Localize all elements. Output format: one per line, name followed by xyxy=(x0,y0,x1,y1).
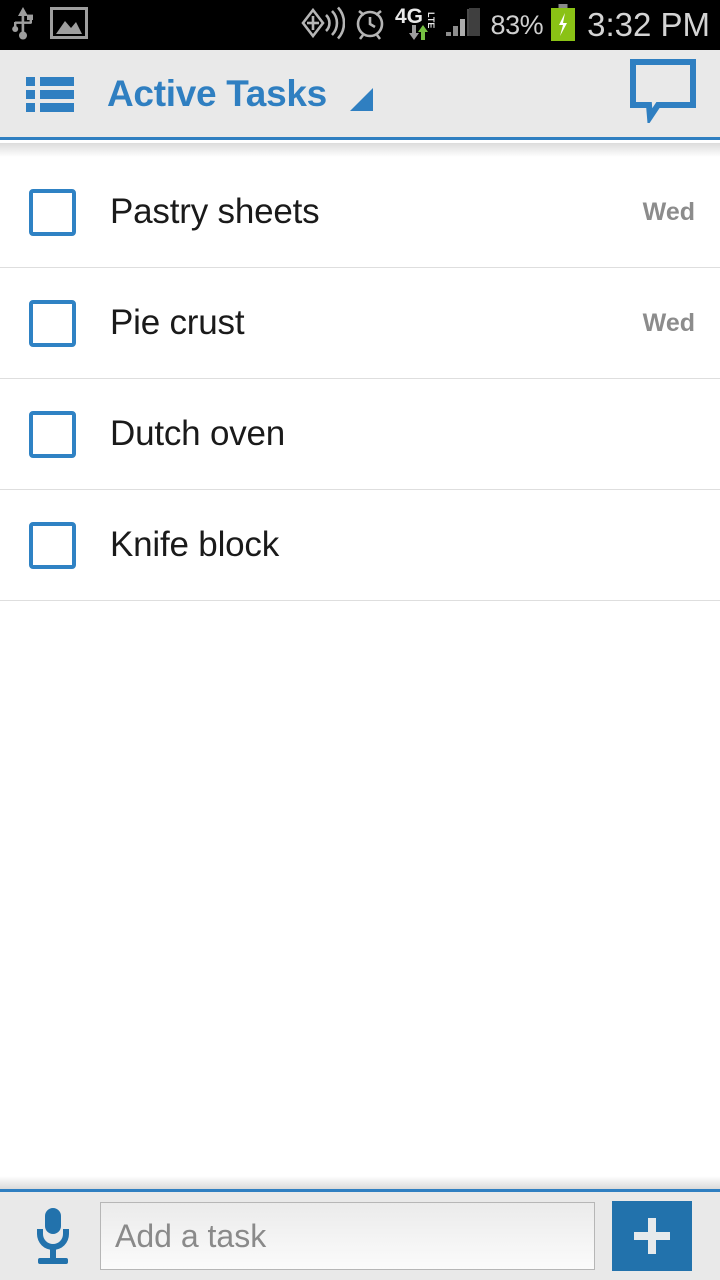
task-due-date: Wed xyxy=(642,197,695,226)
svg-text:4G: 4G xyxy=(395,5,423,28)
bottom-bar: Add a task xyxy=(0,1189,720,1280)
bottom-bar-shadow xyxy=(0,1176,720,1189)
microphone-icon[interactable] xyxy=(28,1207,78,1265)
task-due-date: Wed xyxy=(642,308,695,337)
signal-bars-icon xyxy=(444,6,484,45)
task-checkbox[interactable] xyxy=(29,410,76,458)
status-bar: 4G LTE 83% 3:32 PM xyxy=(0,0,720,50)
action-bar-shadow xyxy=(0,143,720,157)
task-title: Pie crust xyxy=(110,303,245,342)
page-title[interactable]: Active Tasks xyxy=(107,73,327,115)
task-title: Dutch oven xyxy=(110,414,286,453)
search-input[interactable]: Add a task xyxy=(100,1202,595,1270)
gps-location-icon xyxy=(299,6,345,45)
svg-text:LTE: LTE xyxy=(426,12,436,28)
task-checkbox[interactable] xyxy=(29,299,76,347)
task-title: Pastry sheets xyxy=(110,192,320,231)
list-menu-icon[interactable] xyxy=(26,74,74,114)
task-checkbox[interactable] xyxy=(29,521,76,569)
screenshot-image-icon xyxy=(50,6,88,44)
speech-bubble-icon[interactable] xyxy=(630,59,696,128)
network-4g-lte-icon: 4G LTE xyxy=(395,4,437,47)
task-title: Knife block xyxy=(110,525,280,564)
table-row[interactable]: Dutch oven xyxy=(0,379,720,490)
status-bar-clock: 3:32 PM xyxy=(587,6,710,43)
status-bar-left-icons xyxy=(0,6,88,45)
task-list: Pastry sheets Wed Pie crust Wed Dutch ov… xyxy=(0,157,720,601)
app-screen: 4G LTE 83% 3:32 PM Active Tasks Pastry s… xyxy=(0,0,720,1280)
task-checkbox[interactable] xyxy=(29,188,76,236)
add-task-button[interactable] xyxy=(612,1201,692,1271)
plus-icon xyxy=(634,1218,670,1254)
alarm-clock-icon xyxy=(352,5,388,46)
battery-percent-label: 83% xyxy=(490,9,544,40)
battery-charging-icon xyxy=(550,3,576,47)
status-bar-right-icons: 4G LTE 83% 3:32 PM xyxy=(299,3,720,47)
table-row[interactable]: Pie crust Wed xyxy=(0,268,720,379)
action-bar: Active Tasks xyxy=(0,50,720,140)
table-row[interactable]: Knife block xyxy=(0,490,720,601)
add-task-placeholder: Add a task xyxy=(115,1217,267,1254)
usb-icon xyxy=(10,6,36,45)
table-row[interactable]: Pastry sheets Wed xyxy=(0,157,720,268)
dropdown-triangle-icon[interactable] xyxy=(348,86,374,117)
